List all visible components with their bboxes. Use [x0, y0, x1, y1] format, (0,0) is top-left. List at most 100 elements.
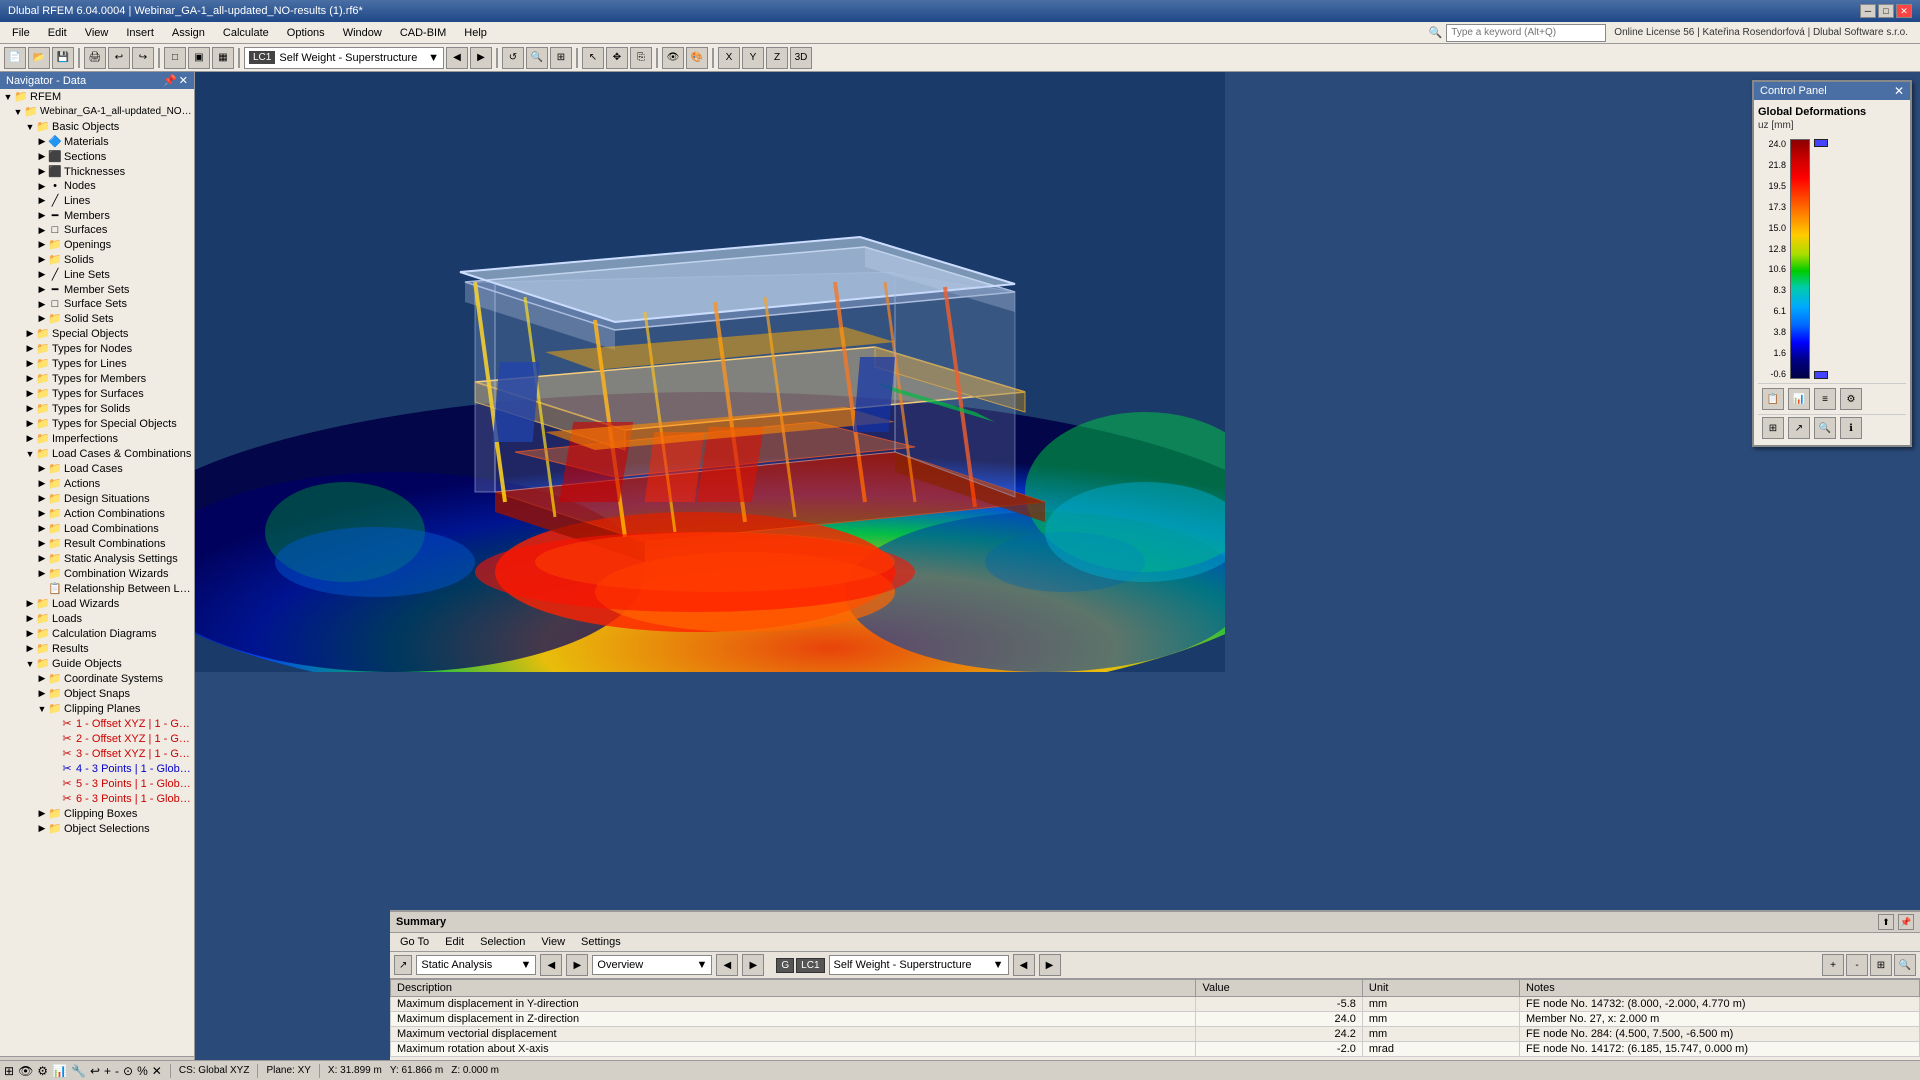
- nav-members[interactable]: ▶ ━ Members: [0, 208, 194, 223]
- rotate-btn[interactable]: ↺: [502, 47, 524, 69]
- nav-line-sets[interactable]: ▶ ╱ Line Sets: [0, 267, 194, 282]
- status-icon-11[interactable]: ✕: [152, 1064, 162, 1078]
- bp-menu-goto[interactable]: Go To: [394, 935, 435, 949]
- cp-export-icon[interactable]: ↗: [1788, 417, 1810, 439]
- nav-types-surfaces[interactable]: ▶ 📁 Types for Surfaces: [0, 386, 194, 401]
- nav-sections[interactable]: ▶ ⬛ Sections: [0, 149, 194, 164]
- cp-info-icon[interactable]: ℹ: [1840, 417, 1862, 439]
- cp-table-icon[interactable]: 📋: [1762, 388, 1784, 410]
- nav-types-nodes[interactable]: ▶ 📁 Types for Nodes: [0, 341, 194, 356]
- bp-fit-btn[interactable]: ⊞: [1870, 954, 1892, 976]
- nav-action-combinations[interactable]: ▶ 📁 Action Combinations: [0, 506, 194, 521]
- bp-menu-edit[interactable]: Edit: [439, 935, 470, 949]
- status-icon-7[interactable]: +: [104, 1064, 111, 1078]
- nav-special-objects[interactable]: ▶ 📁 Special Objects: [0, 326, 194, 341]
- bp-overview-dropdown[interactable]: Overview ▼: [592, 955, 712, 975]
- status-icon-5[interactable]: 🔧: [71, 1064, 86, 1078]
- undo-btn[interactable]: ↩: [108, 47, 130, 69]
- move-btn[interactable]: ✥: [606, 47, 628, 69]
- status-icon-8[interactable]: -: [115, 1064, 119, 1078]
- nav-solids[interactable]: ▶ 📁 Solids: [0, 252, 194, 267]
- menu-insert[interactable]: Insert: [118, 25, 162, 41]
- nav-clipping-4[interactable]: ✂ 4 - 3 Points | 1 - Global X: [0, 761, 194, 776]
- nav-relationship-load[interactable]: 📋 Relationship Between Load C: [0, 581, 194, 596]
- nav-object-snaps[interactable]: ▶ 📁 Object Snaps: [0, 686, 194, 701]
- cp-zoom-icon[interactable]: 🔍: [1814, 417, 1836, 439]
- nav-guide-objects[interactable]: ▼ 📁 Guide Objects: [0, 656, 194, 671]
- bp-export-btn[interactable]: ↗: [394, 955, 412, 975]
- minimize-button[interactable]: ─: [1860, 4, 1876, 18]
- nav-coordinate-systems[interactable]: ▶ 📁 Coordinate Systems: [0, 671, 194, 686]
- bp-menu-selection[interactable]: Selection: [474, 935, 531, 949]
- bp-next2-btn[interactable]: ▶: [742, 954, 764, 976]
- menu-cadbim[interactable]: CAD-BIM: [392, 25, 454, 41]
- z-axis-btn[interactable]: Z: [766, 47, 788, 69]
- nav-clipping-6[interactable]: ✂ 6 - 3 Points | 1 - Global XYZ: [0, 791, 194, 806]
- nav-load-wizards[interactable]: ▶ 📁 Load Wizards: [0, 596, 194, 611]
- nav-rfem[interactable]: ▼ 📁 RFEM: [0, 89, 194, 104]
- cp-filter-icon[interactable]: ⊞: [1762, 417, 1784, 439]
- cp-settings-icon[interactable]: ⚙: [1840, 388, 1862, 410]
- search-input[interactable]: [1446, 24, 1606, 42]
- cp-close-btn[interactable]: ✕: [1894, 84, 1904, 98]
- status-icon-4[interactable]: 📊: [52, 1064, 67, 1078]
- menu-assign[interactable]: Assign: [164, 25, 213, 41]
- nav-clipping-boxes[interactable]: ▶ 📁 Clipping Boxes: [0, 806, 194, 821]
- nav-openings[interactable]: ▶ 📁 Openings: [0, 237, 194, 252]
- nav-types-special[interactable]: ▶ 📁 Types for Special Objects: [0, 416, 194, 431]
- nav-object-selections[interactable]: ▶ 📁 Object Selections: [0, 821, 194, 836]
- status-icon-1[interactable]: ⊞: [4, 1064, 14, 1078]
- nav-types-solids[interactable]: ▶ 📁 Types for Solids: [0, 401, 194, 416]
- bp-menu-settings[interactable]: Settings: [575, 935, 627, 949]
- nav-pin-btn[interactable]: 📌: [163, 74, 177, 87]
- nav-clipping-3[interactable]: ✂ 3 - Offset XYZ | 1 - Global X: [0, 746, 194, 761]
- nav-nodes[interactable]: ▶ • Nodes: [0, 179, 194, 193]
- display-btn[interactable]: 👁: [662, 47, 684, 69]
- viewport[interactable]: Control Panel ✕ Global Deformations uz […: [195, 72, 1920, 1080]
- nav-calc-diagrams[interactable]: ▶ 📁 Calculation Diagrams: [0, 626, 194, 641]
- copy-btn[interactable]: ⎘: [630, 47, 652, 69]
- next-lc-btn[interactable]: ▶: [470, 47, 492, 69]
- print-btn[interactable]: 🖨: [84, 47, 106, 69]
- nav-results[interactable]: ▶ 📁 Results: [0, 641, 194, 656]
- status-icon-3[interactable]: ⚙: [37, 1064, 48, 1078]
- 3d-btn[interactable]: 3D: [790, 47, 812, 69]
- nav-surface-sets[interactable]: ▶ □ Surface Sets: [0, 297, 194, 311]
- nav-types-lines[interactable]: ▶ 📁 Types for Lines: [0, 356, 194, 371]
- maximize-button[interactable]: □: [1878, 4, 1894, 18]
- prev-lc-btn[interactable]: ◀: [446, 47, 468, 69]
- menu-help[interactable]: Help: [456, 25, 495, 41]
- select-btn[interactable]: ↖: [582, 47, 604, 69]
- nav-actions[interactable]: ▶ 📁 Actions: [0, 476, 194, 491]
- nav-solid-sets[interactable]: ▶ 📁 Solid Sets: [0, 311, 194, 326]
- nav-result-combinations[interactable]: ▶ 📁 Result Combinations: [0, 536, 194, 551]
- bp-zoom-out-btn[interactable]: -: [1846, 954, 1868, 976]
- bp-zoom-in-btn[interactable]: +: [1822, 954, 1844, 976]
- bp-next-btn[interactable]: ▶: [566, 954, 588, 976]
- nav-static-analysis[interactable]: ▶ 📁 Static Analysis Settings: [0, 551, 194, 566]
- bp-menu-view[interactable]: View: [535, 935, 571, 949]
- nav-close-btn[interactable]: ✕: [179, 74, 188, 87]
- load-case-selector[interactable]: LC1 Self Weight - Superstructure ▼: [244, 47, 444, 69]
- nav-types-members[interactable]: ▶ 📁 Types for Members: [0, 371, 194, 386]
- fit-btn[interactable]: ⊞: [550, 47, 572, 69]
- nav-thicknesses[interactable]: ▶ ⬛ Thicknesses: [0, 164, 194, 179]
- nav-clipping-planes[interactable]: ▼ 📁 Clipping Planes: [0, 701, 194, 716]
- bp-analysis-type[interactable]: Static Analysis ▼: [416, 955, 536, 975]
- nav-surfaces[interactable]: ▶ □ Surfaces: [0, 223, 194, 237]
- nav-lines[interactable]: ▶ ╱ Lines: [0, 193, 194, 208]
- x-axis-btn[interactable]: X: [718, 47, 740, 69]
- close-button[interactable]: ✕: [1896, 4, 1912, 18]
- menu-options[interactable]: Options: [279, 25, 333, 41]
- view2-btn[interactable]: ▣: [188, 47, 210, 69]
- cp-list-icon[interactable]: ≡: [1814, 388, 1836, 410]
- nav-member-sets[interactable]: ▶ ━ Member Sets: [0, 282, 194, 297]
- status-icon-6[interactable]: ↩: [90, 1064, 100, 1078]
- save-btn[interactable]: 💾: [52, 47, 74, 69]
- view3-btn[interactable]: ▦: [212, 47, 234, 69]
- open-btn[interactable]: 📂: [28, 47, 50, 69]
- status-icon-10[interactable]: %: [137, 1064, 148, 1078]
- y-axis-btn[interactable]: Y: [742, 47, 764, 69]
- cp-diagram-icon[interactable]: 📊: [1788, 388, 1810, 410]
- nav-clipping-1[interactable]: ✂ 1 - Offset XYZ | 1 - Global X: [0, 716, 194, 731]
